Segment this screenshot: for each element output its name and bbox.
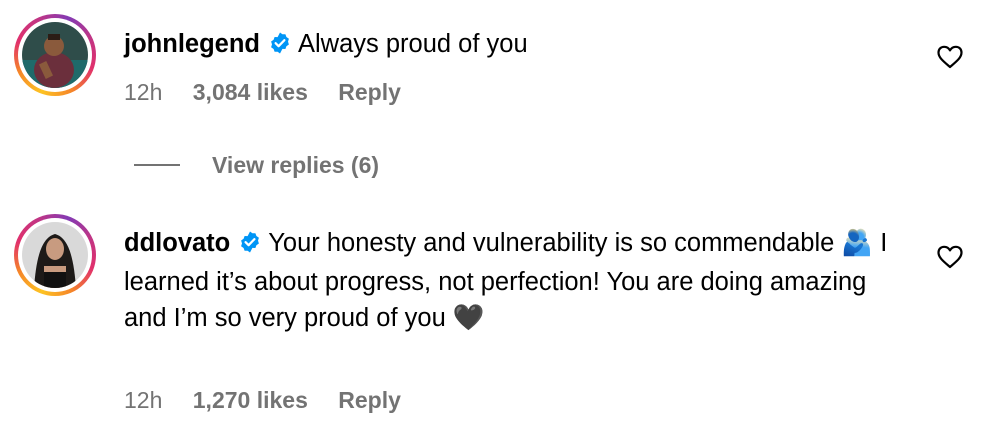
comment-meta: 12h 3,084 likes Reply <box>124 79 425 106</box>
avatar[interactable] <box>22 222 88 288</box>
verified-badge-icon <box>238 228 262 264</box>
story-ring[interactable] <box>14 214 96 296</box>
story-ring[interactable] <box>14 14 96 96</box>
comment-text-part1: Your honesty and vulnerability is so com… <box>268 229 835 257</box>
avatar[interactable] <box>22 22 88 88</box>
reply-button[interactable]: Reply <box>338 79 401 105</box>
black-heart-icon: 🖤 <box>452 303 485 333</box>
likes-count[interactable]: 3,084 likes <box>193 79 308 105</box>
likes-count[interactable]: 1,270 likes <box>193 387 308 413</box>
comment-body: ddlovato Your honesty and vulnerability i… <box>124 225 904 336</box>
timestamp[interactable]: 12h <box>124 387 162 413</box>
verified-badge-icon <box>268 29 292 65</box>
comment-body: johnlegend Always proud of you <box>124 26 904 65</box>
username[interactable]: ddlovato <box>124 229 230 257</box>
reply-button[interactable]: Reply <box>338 387 401 413</box>
people-hugging-icon: 🫂 <box>841 228 874 258</box>
comment-text: Always proud of you <box>298 30 528 58</box>
heart-outline-icon[interactable] <box>937 245 963 269</box>
username[interactable]: johnlegend <box>124 30 260 58</box>
comment-meta: 12h 1,270 likes Reply <box>124 387 425 414</box>
divider-line <box>134 164 180 166</box>
view-replies-label[interactable]: View replies (6) <box>212 152 379 179</box>
heart-outline-icon[interactable] <box>937 45 963 69</box>
view-replies-button[interactable]: View replies (6) <box>134 150 379 180</box>
timestamp[interactable]: 12h <box>124 79 162 105</box>
